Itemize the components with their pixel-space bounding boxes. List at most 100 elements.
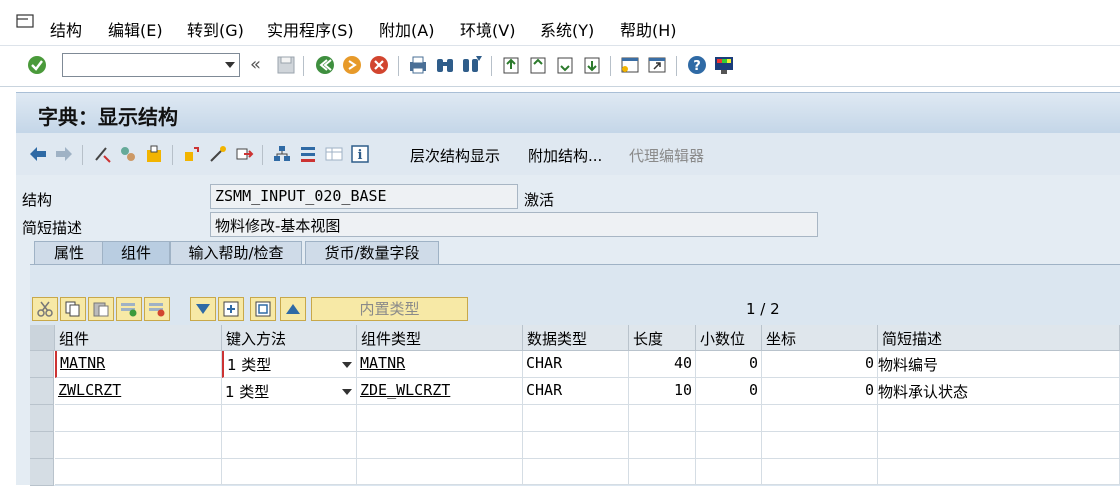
menu-structure[interactable]: 结构 xyxy=(50,17,82,41)
shortcut-icon[interactable] xyxy=(646,54,668,76)
chevron-down-icon[interactable] xyxy=(225,62,235,68)
table-cell-component[interactable]: MATNR xyxy=(55,351,222,378)
next-page-icon[interactable] xyxy=(554,54,576,76)
column-header-data-type[interactable]: 数据类型 xyxy=(523,325,629,351)
menu-edit[interactable]: 编辑(E) xyxy=(108,17,163,41)
table-cell-data-type[interactable]: CHAR xyxy=(523,378,629,405)
builtin-type-button[interactable]: 内置类型 xyxy=(311,297,468,321)
screen-title-bar: 字典：显示结构 xyxy=(16,92,1120,133)
table-cell-length[interactable]: 10 xyxy=(629,378,696,405)
column-header-short-desc[interactable]: 简短描述 xyxy=(878,325,1120,351)
hierarchy-display-button[interactable]: 层次结构显示 xyxy=(410,145,500,166)
other-object-icon[interactable] xyxy=(118,144,138,164)
column-header-length[interactable]: 长度 xyxy=(629,325,696,351)
last-page-icon[interactable] xyxy=(581,54,603,76)
deselect-button[interactable] xyxy=(250,297,276,321)
page-indicator: 1 / 2 xyxy=(746,300,780,318)
table-cell-coordinate[interactable]: 0 xyxy=(762,378,878,405)
row-selector[interactable] xyxy=(30,405,54,432)
tab-attributes[interactable]: 属性 xyxy=(34,241,104,265)
magic-wand-icon[interactable] xyxy=(208,144,228,164)
column-header-typing-method[interactable]: 键入方法 xyxy=(222,325,357,351)
enter-icon[interactable] xyxy=(26,54,48,76)
hierarchy-icon[interactable] xyxy=(272,144,292,164)
table-cell-data-type[interactable]: CHAR xyxy=(523,351,629,378)
select-all-button[interactable] xyxy=(190,297,216,321)
table-cell-length[interactable]: 40 xyxy=(629,351,696,378)
table-view-icon[interactable] xyxy=(324,144,344,164)
column-header-component-type[interactable]: 组件类型 xyxy=(357,325,523,351)
info-icon[interactable]: i xyxy=(350,144,370,164)
system-menu-icon[interactable] xyxy=(16,14,34,28)
select-block-button[interactable] xyxy=(218,297,244,321)
chevron-down-icon[interactable] xyxy=(342,389,352,395)
row-selector[interactable] xyxy=(30,432,54,459)
table-cell-short-desc[interactable]: 物料承认状态 xyxy=(878,378,1120,405)
select-block-icon xyxy=(223,301,239,317)
navigate-icon[interactable] xyxy=(234,144,254,164)
svg-text:i: i xyxy=(358,148,363,163)
table-cell-short-desc[interactable]: 物料编号 xyxy=(878,351,1120,378)
tab-input-help[interactable]: 输入帮助/检查 xyxy=(170,241,302,265)
table-cell-coordinate[interactable]: 0 xyxy=(762,351,878,378)
find-next-icon[interactable] xyxy=(461,54,483,76)
table-cell-typing-method[interactable]: 1 类型 xyxy=(222,351,357,378)
insert-row-button[interactable] xyxy=(116,297,142,321)
table-cell-decimals[interactable]: 0 xyxy=(696,351,762,378)
back-arrow-icon[interactable] xyxy=(28,144,48,164)
table-cell-component-type[interactable]: MATNR xyxy=(357,351,523,378)
new-session-icon[interactable] xyxy=(619,54,641,76)
system-toolbar: « ? xyxy=(0,46,1120,87)
column-header-coordinate[interactable]: 坐标 xyxy=(762,325,878,351)
menu-utilities[interactable]: 实用程序(S) xyxy=(267,17,354,41)
structure-field[interactable]: ZSMM_INPUT_020_BASE xyxy=(210,184,518,209)
copy-icon xyxy=(65,301,80,317)
display-change-icon[interactable] xyxy=(92,144,112,164)
append-structure-button[interactable]: 附加结构... xyxy=(528,145,602,166)
cut-row-button[interactable] xyxy=(32,297,58,321)
append-structure-icon[interactable] xyxy=(298,144,318,164)
delete-row-button[interactable] xyxy=(144,297,170,321)
table-cell-decimals[interactable]: 0 xyxy=(696,378,762,405)
save-icon[interactable] xyxy=(275,54,297,76)
back-double-arrow-icon[interactable]: « xyxy=(250,54,261,75)
where-used-icon[interactable] xyxy=(182,144,202,164)
tab-currency-quantity[interactable]: 货币/数量字段 xyxy=(305,241,439,265)
exit-icon[interactable] xyxy=(341,54,363,76)
activate-icon[interactable] xyxy=(144,144,164,164)
page-title: 字典：显示结构 xyxy=(38,105,178,129)
column-header-component[interactable]: 组件 xyxy=(55,325,222,351)
chevron-down-icon[interactable] xyxy=(342,362,352,368)
cancel-icon[interactable] xyxy=(368,54,390,76)
table-cell-component[interactable]: ZWLCRZT xyxy=(55,378,222,405)
table-cell-typing-method[interactable]: 1 类型 xyxy=(222,378,357,405)
collapse-button[interactable] xyxy=(280,297,306,321)
tab-components[interactable]: 组件 xyxy=(102,241,170,265)
command-field[interactable] xyxy=(62,53,240,77)
short-desc-field[interactable]: 物料修改-基本视图 xyxy=(210,212,818,237)
forward-arrow-icon[interactable] xyxy=(54,144,74,164)
menu-extras[interactable]: 附加(A) xyxy=(379,17,434,41)
status-text: 激活 xyxy=(524,191,555,209)
paste-row-button[interactable] xyxy=(88,297,114,321)
back-icon[interactable] xyxy=(314,54,336,76)
copy-row-button[interactable] xyxy=(60,297,86,321)
first-page-icon[interactable] xyxy=(500,54,522,76)
menu-system[interactable]: 系统(Y) xyxy=(540,17,594,41)
menu-goto[interactable]: 转到(G) xyxy=(187,17,244,41)
menu-help[interactable]: 帮助(H) xyxy=(620,17,677,41)
deselect-icon xyxy=(255,301,271,317)
menu-environment[interactable]: 环境(V) xyxy=(460,17,515,41)
find-icon[interactable] xyxy=(434,54,456,76)
table-cell-component-type[interactable]: ZDE_WLCRZT xyxy=(357,378,523,405)
previous-page-icon[interactable] xyxy=(527,54,549,76)
column-header-decimals[interactable]: 小数位 xyxy=(696,325,762,351)
row-selector[interactable] xyxy=(30,351,54,378)
help-icon[interactable]: ? xyxy=(686,54,708,76)
print-icon[interactable] xyxy=(407,54,429,76)
delete-row-icon xyxy=(149,303,165,317)
layout-icon[interactable] xyxy=(713,54,735,76)
row-selector[interactable] xyxy=(30,378,54,405)
row-selector[interactable] xyxy=(30,459,54,486)
select-all-cell[interactable] xyxy=(30,325,55,351)
